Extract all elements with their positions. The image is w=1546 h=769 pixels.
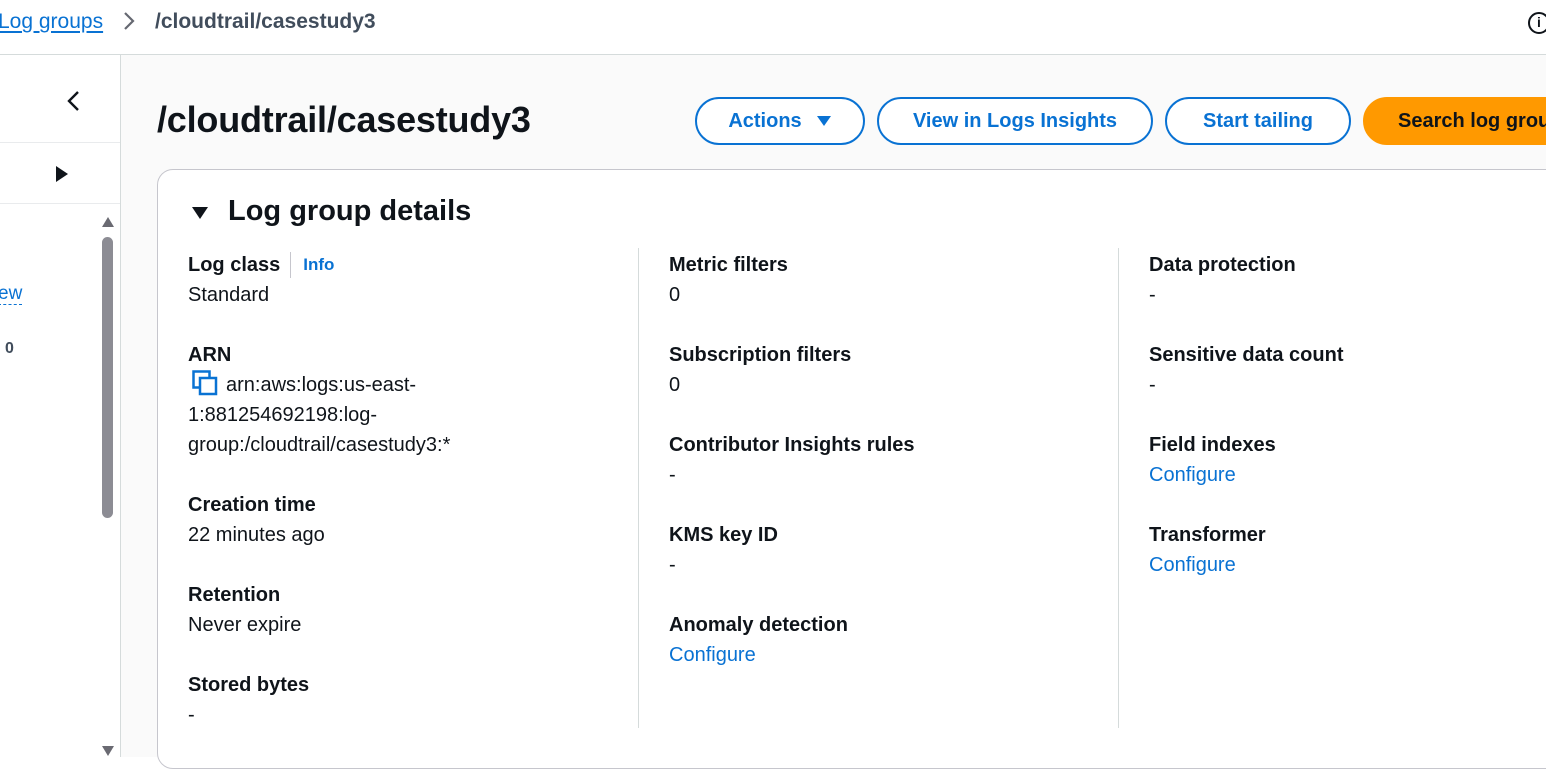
- breadcrumb-log-groups-link[interactable]: Log groups: [0, 10, 103, 34]
- field-stored-bytes: Stored bytes -: [188, 670, 628, 760]
- data-protection-label: Data protection: [1149, 254, 1296, 276]
- field-log-class: Log class Info Standard: [188, 250, 628, 340]
- main-content: /cloudtrail/casestudy3 Actions View in L…: [121, 55, 1546, 769]
- details-column-general: Log class Info Standard ARN arn:aws:logs:…: [188, 250, 628, 760]
- transformer-configure-link[interactable]: Configure: [1149, 550, 1236, 580]
- column-divider: [1118, 248, 1119, 728]
- contributor-insights-value: -: [669, 464, 676, 486]
- start-tailing-button[interactable]: Start tailing: [1165, 97, 1351, 145]
- kms-key-id-label: KMS key ID: [669, 524, 778, 546]
- field-anomaly-detection: Anomaly detection Configure: [669, 610, 1109, 700]
- metric-filters-value: 0: [669, 284, 681, 306]
- column-divider: [638, 248, 639, 728]
- transformer-label: Transformer: [1149, 524, 1266, 546]
- field-retention: Retention Never expire: [188, 580, 628, 670]
- anomaly-detection-label: Anomaly detection: [669, 614, 848, 636]
- side-panel-count: 0: [5, 340, 14, 357]
- breadcrumb-bar: Log groups /cloudtrail/casestudy3 i: [0, 0, 1546, 55]
- kms-key-id-value: -: [669, 554, 676, 576]
- metric-filters-label: Metric filters: [669, 254, 788, 276]
- view-in-logs-insights-button[interactable]: View in Logs Insights: [877, 97, 1153, 145]
- creation-time-value: 22 minutes ago: [188, 524, 325, 546]
- field-indexes-configure-link[interactable]: Configure: [1149, 460, 1236, 490]
- chevron-right-icon: [124, 12, 135, 30]
- field-subscription-filters: Subscription filters 0: [669, 340, 1109, 430]
- anomaly-detection-configure-link[interactable]: Configure: [669, 640, 756, 670]
- field-creation-time: Creation time 22 minutes ago: [188, 490, 628, 580]
- field-contributor-insights: Contributor Insights rules -: [669, 430, 1109, 520]
- arn-value-row: arn:aws:logs:us-east-1:881254692198:log-…: [188, 370, 488, 460]
- contributor-insights-label: Contributor Insights rules: [669, 434, 915, 456]
- breadcrumb-current: /cloudtrail/casestudy3: [155, 10, 376, 33]
- stored-bytes-value: -: [188, 704, 195, 726]
- details-column-protection: Data protection - Sensitive data count -…: [1149, 250, 1546, 610]
- field-transformer: Transformer Configure: [1149, 520, 1546, 610]
- search-log-group-button[interactable]: Search log grou: [1363, 97, 1546, 145]
- copy-icon[interactable]: [192, 370, 218, 396]
- field-field-indexes: Field indexes Configure: [1149, 430, 1546, 520]
- caret-down-icon[interactable]: [191, 205, 209, 221]
- field-metric-filters: Metric filters 0: [669, 250, 1109, 340]
- info-circle-icon[interactable]: i: [1528, 12, 1546, 34]
- creation-time-label: Creation time: [188, 494, 316, 516]
- caret-right-icon[interactable]: [54, 165, 70, 183]
- page-title: /cloudtrail/casestudy3: [157, 99, 531, 140]
- scroll-up-arrow-icon[interactable]: [101, 216, 115, 228]
- details-column-filters: Metric filters 0 Subscription filters 0 …: [669, 250, 1109, 700]
- log-group-details-panel: Log group details Log class Info Standard…: [157, 169, 1546, 769]
- side-divider: [0, 142, 120, 143]
- retention-label: Retention: [188, 584, 281, 606]
- caret-down-icon: [816, 116, 831, 126]
- field-sensitive-data-count: Sensitive data count -: [1149, 340, 1546, 430]
- data-protection-value: -: [1149, 284, 1156, 306]
- arn-label: ARN: [188, 344, 232, 366]
- actions-button[interactable]: Actions: [695, 97, 865, 145]
- field-arn: ARN arn:aws:logs:us-east-1:881254692198:…: [188, 340, 628, 490]
- field-kms-key-id: KMS key ID -: [669, 520, 1109, 610]
- log-class-value: Standard: [188, 284, 270, 306]
- scrollbar-thumb[interactable]: [102, 237, 113, 518]
- scroll-down-arrow-icon[interactable]: [101, 745, 115, 757]
- actions-button-label: Actions: [728, 109, 802, 132]
- side-panel-link[interactable]: ew: [0, 284, 23, 305]
- log-class-info-link[interactable]: Info: [290, 252, 334, 278]
- details-heading: Log group details: [228, 195, 472, 227]
- log-class-label: Log class: [188, 254, 281, 276]
- side-divider: [0, 203, 120, 204]
- retention-value: Never expire: [188, 614, 302, 636]
- arn-value: arn:aws:logs:us-east-1:881254692198:log-…: [188, 374, 451, 456]
- field-indexes-label: Field indexes: [1149, 434, 1276, 456]
- subscription-filters-value: 0: [669, 374, 681, 396]
- sensitive-data-count-label: Sensitive data count: [1149, 344, 1344, 366]
- stored-bytes-label: Stored bytes: [188, 674, 310, 696]
- subscription-filters-label: Subscription filters: [669, 344, 852, 366]
- side-panel: ew 0: [0, 55, 121, 757]
- chevron-left-icon[interactable]: [64, 89, 84, 113]
- field-data-protection: Data protection -: [1149, 250, 1546, 340]
- sensitive-data-count-value: -: [1149, 374, 1156, 396]
